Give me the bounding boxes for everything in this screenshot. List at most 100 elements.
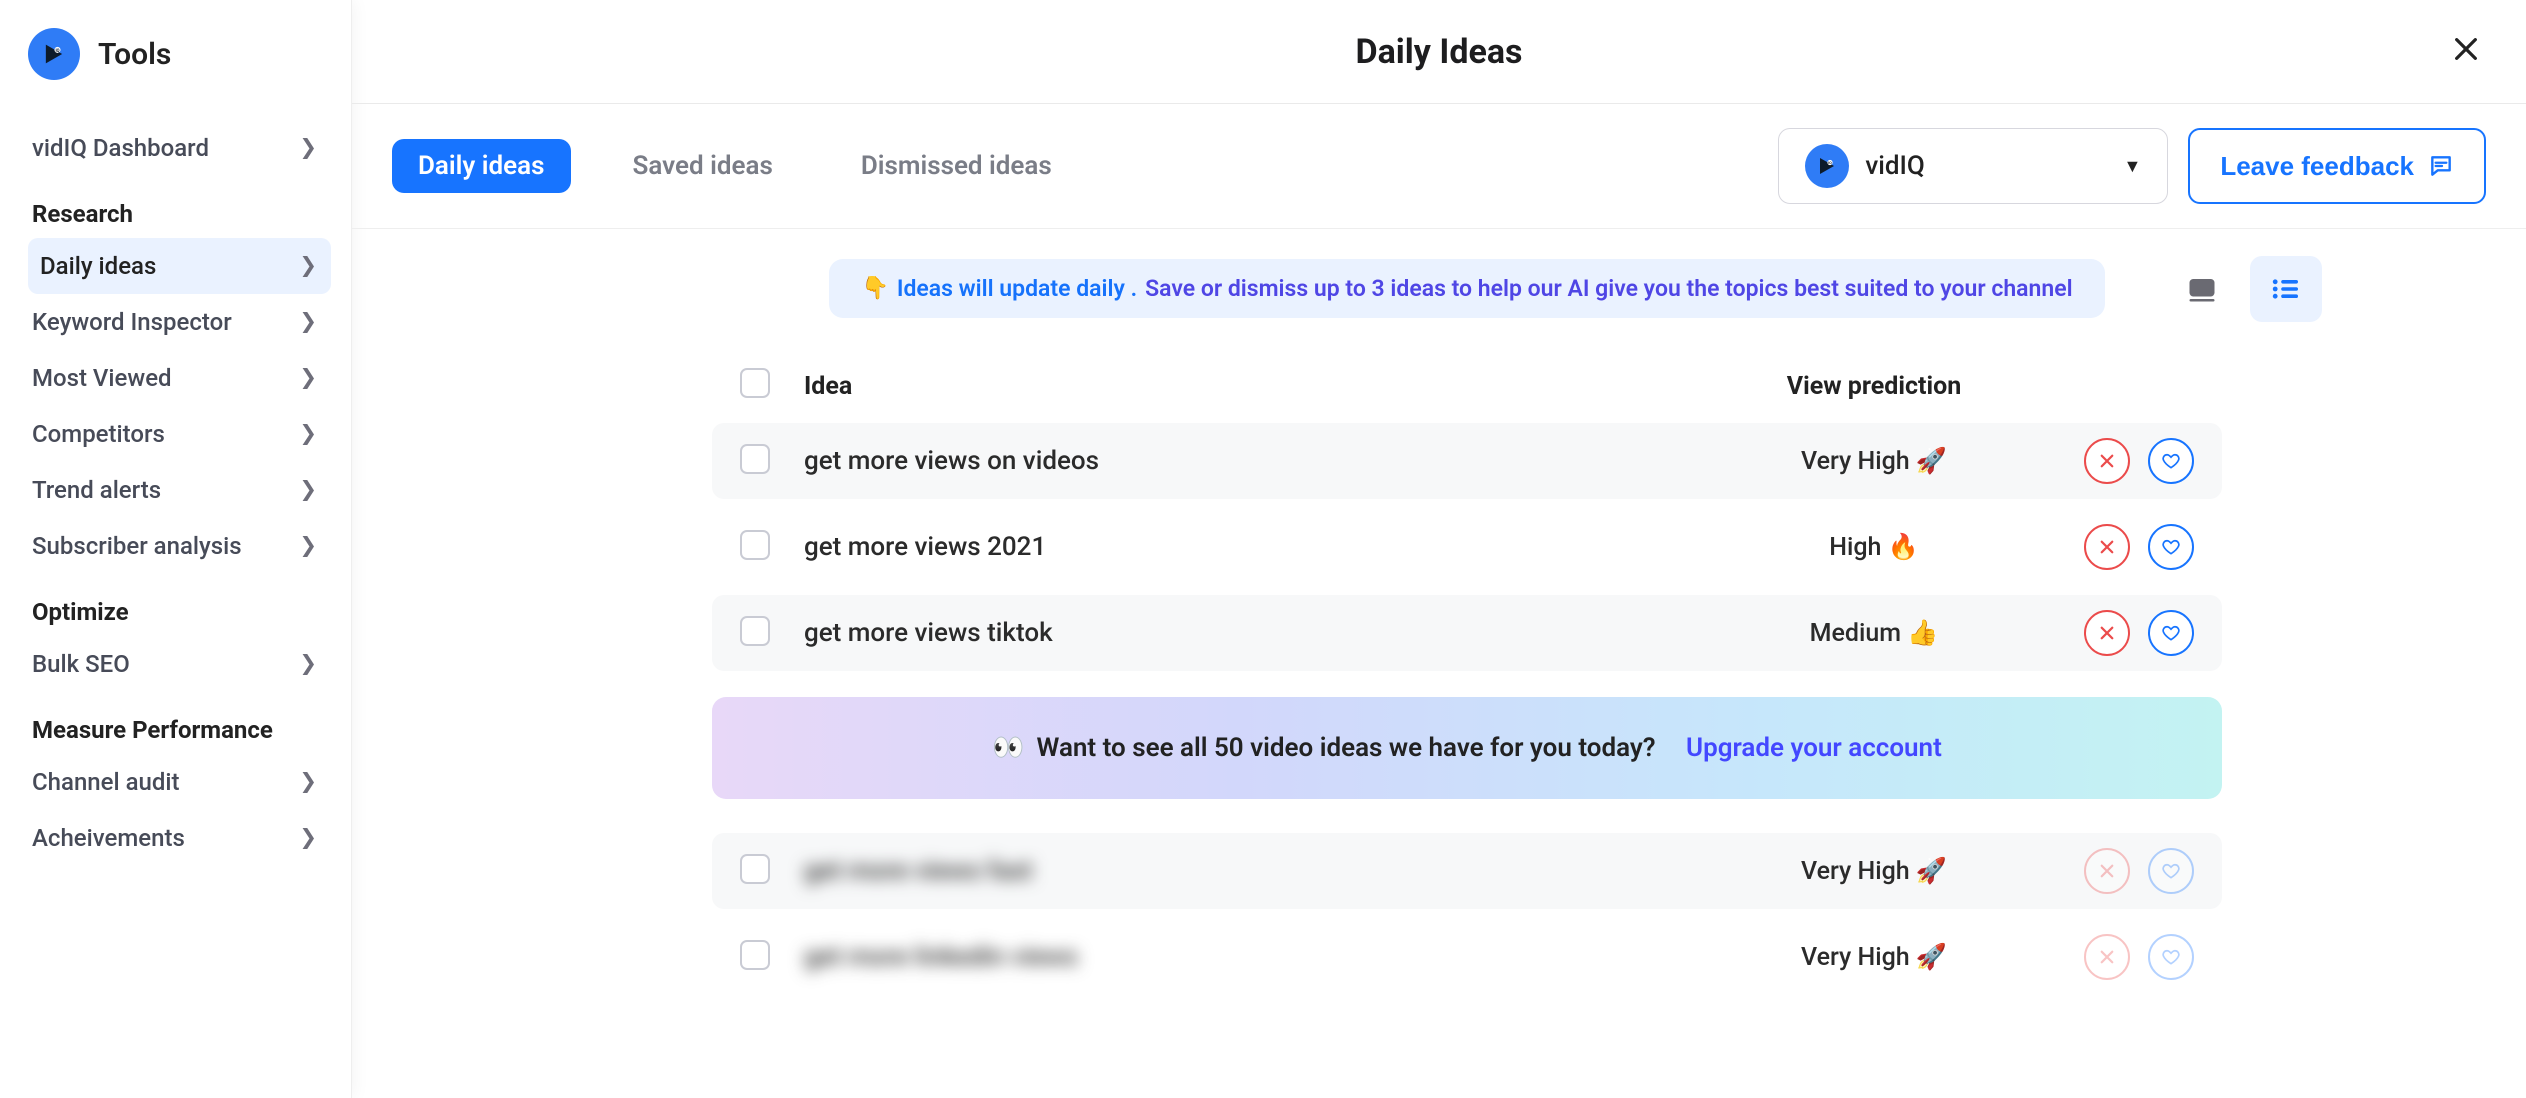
sidebar-item-daily-ideas[interactable]: Daily ideas ❯ [28, 238, 331, 294]
view-toggle [2166, 256, 2322, 322]
list-view-icon [2271, 277, 2301, 301]
select-all-checkbox[interactable] [740, 368, 770, 398]
heart-icon [2161, 623, 2181, 643]
dismiss-button [2084, 934, 2130, 980]
chevron-right-icon: ❯ [299, 480, 317, 501]
heart-icon [2161, 861, 2181, 881]
idea-text: get more views on videos [804, 446, 1099, 476]
idea-checkbox[interactable] [740, 854, 770, 884]
dismiss-button[interactable] [2084, 438, 2130, 484]
prediction-text: High 🔥 [1829, 533, 1919, 562]
chevron-right-icon: ❯ [299, 424, 317, 445]
prediction-text: Very High 🚀 [1801, 857, 1947, 886]
upgrade-text: Want to see all 50 video ideas we have f… [1037, 733, 1656, 763]
info-banner: 👇 Ideas will update daily . Save or dism… [829, 259, 2104, 318]
view-card-button[interactable] [2166, 256, 2238, 322]
dismiss-button [2084, 848, 2130, 894]
prediction-text: Medium 👍 [1810, 619, 1939, 648]
sidebar-item-label: Trend alerts [32, 476, 161, 504]
sidebar-item-label: Subscriber analysis [32, 532, 242, 560]
channel-select[interactable]: IQ vidIQ ▼ [1778, 128, 2168, 204]
card-view-icon [2187, 276, 2217, 302]
point-down-icon: 👇 [861, 276, 888, 301]
info-text: Save or dismiss up to 3 ideas to help ou… [1145, 275, 2072, 302]
sidebar-section-measure: Measure Performance [32, 716, 331, 744]
toolbar: Daily ideas Saved ideas Dismissed ideas … [352, 104, 2526, 229]
sidebar-item-label: Competitors [32, 420, 165, 448]
channel-logo-icon: IQ [1805, 144, 1849, 188]
dismiss-button[interactable] [2084, 524, 2130, 570]
sidebar-item-achievements[interactable]: Acheivements ❯ [28, 810, 331, 866]
idea-checkbox[interactable] [740, 940, 770, 970]
main-area: Daily Ideas Daily ideas Saved ideas Dism… [352, 0, 2526, 1098]
close-icon [2098, 624, 2116, 642]
close-icon [2098, 948, 2116, 966]
tabs: Daily ideas Saved ideas Dismissed ideas [392, 139, 1078, 193]
chat-icon [2428, 153, 2454, 179]
channel-name: vidIQ [1865, 151, 2107, 181]
heart-icon [2161, 537, 2181, 557]
brand-logo-icon: IQ [28, 28, 80, 80]
idea-row: get more views on videos Very High 🚀 [712, 423, 2222, 499]
view-list-button[interactable] [2250, 256, 2322, 322]
sidebar-header: IQ Tools [28, 28, 331, 80]
svg-text:IQ: IQ [55, 49, 59, 54]
column-idea: Idea [804, 372, 1734, 401]
save-button[interactable] [2148, 438, 2194, 484]
info-row: 👇 Ideas will update daily . Save or dism… [712, 259, 2222, 318]
page-title: Daily Ideas [1356, 32, 1523, 72]
sidebar-section-research: Research [32, 200, 331, 228]
chevron-right-icon: ❯ [299, 828, 317, 849]
idea-row: get more views 2021 High 🔥 [712, 509, 2222, 585]
sidebar-item-bulk-seo[interactable]: Bulk SEO ❯ [28, 636, 331, 692]
sidebar-item-dashboard[interactable]: vidIQ Dashboard ❯ [28, 120, 331, 176]
idea-text: get more views 2021 [804, 532, 1046, 562]
idea-row-locked: get more views fast Very High 🚀 [712, 833, 2222, 909]
idea-text-locked: get more views fast [804, 856, 1032, 886]
tab-saved-ideas[interactable]: Saved ideas [607, 139, 799, 193]
chevron-right-icon: ❯ [299, 256, 317, 277]
idea-checkbox[interactable] [740, 444, 770, 474]
sidebar-item-most-viewed[interactable]: Most Viewed ❯ [28, 350, 331, 406]
tab-daily-ideas[interactable]: Daily ideas [392, 139, 571, 193]
idea-checkbox[interactable] [740, 616, 770, 646]
table-header: Idea View prediction [712, 350, 2222, 423]
sidebar-item-channel-audit[interactable]: Channel audit ❯ [28, 754, 331, 810]
feedback-label: Leave feedback [2220, 151, 2414, 182]
sidebar-item-keyword-inspector[interactable]: Keyword Inspector ❯ [28, 294, 331, 350]
leave-feedback-button[interactable]: Leave feedback [2188, 128, 2486, 204]
close-icon [2098, 452, 2116, 470]
save-button[interactable] [2148, 524, 2194, 570]
idea-row: get more views tiktok Medium 👍 [712, 595, 2222, 671]
page-header: Daily Ideas [352, 0, 2526, 104]
sidebar-item-label: vidIQ Dashboard [32, 134, 209, 162]
dismiss-button[interactable] [2084, 610, 2130, 656]
sidebar-item-label: Bulk SEO [32, 650, 130, 678]
chevron-right-icon: ❯ [299, 368, 317, 389]
chevron-right-icon: ❯ [299, 772, 317, 793]
sidebar-item-label: Most Viewed [32, 364, 172, 392]
content: 👇 Ideas will update daily . Save or dism… [352, 229, 2526, 1098]
prediction-text: Very High 🚀 [1801, 447, 1947, 476]
sidebar-item-subscriber-analysis[interactable]: Subscriber analysis ❯ [28, 518, 331, 574]
sidebar-item-label: Acheivements [32, 824, 185, 852]
chevron-right-icon: ❯ [299, 138, 317, 159]
chevron-right-icon: ❯ [299, 654, 317, 675]
save-button [2148, 848, 2194, 894]
chevron-right-icon: ❯ [299, 536, 317, 557]
upgrade-link[interactable]: Upgrade your account [1686, 733, 1942, 763]
close-icon [2098, 862, 2116, 880]
idea-checkbox[interactable] [740, 530, 770, 560]
sidebar-item-competitors[interactable]: Competitors ❯ [28, 406, 331, 462]
heart-icon [2161, 451, 2181, 471]
heart-icon [2161, 947, 2181, 967]
eyes-icon: 👀 [992, 733, 1024, 763]
tab-dismissed-ideas[interactable]: Dismissed ideas [835, 139, 1078, 193]
idea-row-locked: get more linkedin views Very High 🚀 [712, 919, 2222, 995]
save-button[interactable] [2148, 610, 2194, 656]
save-button [2148, 934, 2194, 980]
close-button[interactable] [2450, 33, 2482, 71]
sidebar-item-trend-alerts[interactable]: Trend alerts ❯ [28, 462, 331, 518]
idea-text: get more views tiktok [804, 618, 1053, 648]
sidebar-section-optimize: Optimize [32, 598, 331, 626]
